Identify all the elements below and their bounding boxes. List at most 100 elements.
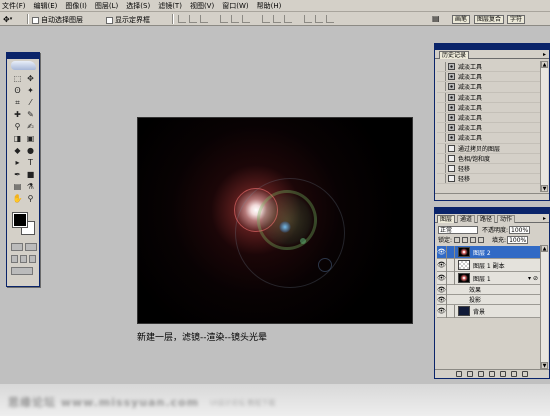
- history-source-box[interactable]: [437, 82, 446, 92]
- layer-row[interactable]: 👁 图层 1 副本: [437, 258, 541, 272]
- menu-item[interactable]: 编辑(E): [30, 0, 62, 12]
- layer-row[interactable]: 👁 图层 1 ▾ ⊘: [437, 271, 541, 285]
- align-left-icon[interactable]: [220, 15, 228, 23]
- tab-layers[interactable]: 图层: [437, 215, 456, 223]
- dodge-tool-icon[interactable]: ●: [24, 145, 37, 157]
- tab-history[interactable]: 历史记录: [439, 51, 470, 59]
- distribute-hcenter-icon[interactable]: [315, 15, 323, 23]
- crop-tool-icon[interactable]: ⌗: [11, 97, 24, 109]
- history-source-box[interactable]: [437, 174, 446, 184]
- layer-effect-row[interactable]: 👁 效果: [437, 284, 541, 295]
- fill-field[interactable]: 100%: [507, 235, 529, 244]
- layers-scrollbar[interactable]: ▲ ▼: [540, 245, 548, 369]
- screen-mode-menubar-icon[interactable]: [20, 255, 27, 263]
- history-source-box[interactable]: [437, 163, 446, 173]
- checkbox-box[interactable]: [106, 16, 113, 24]
- hand-tool-icon[interactable]: ✋: [11, 193, 24, 205]
- checkbox-box[interactable]: [32, 16, 39, 24]
- align-top-icon[interactable]: [178, 15, 186, 23]
- layer-link-box[interactable]: [447, 304, 455, 318]
- history-row[interactable]: 减淡工具: [437, 62, 541, 73]
- link-layers-icon[interactable]: [456, 371, 462, 377]
- layer-effects-icon[interactable]: ▾ ⊘: [528, 275, 538, 282]
- toolbox-titlebar[interactable]: [7, 53, 39, 59]
- path-select-icon[interactable]: ▸: [11, 157, 24, 169]
- layer-style-icon[interactable]: [467, 371, 473, 377]
- opacity-field[interactable]: 100%: [509, 225, 531, 234]
- history-brush-icon[interactable]: ✍: [24, 121, 37, 133]
- history-row[interactable]: 减淡工具: [437, 82, 541, 93]
- eye-icon[interactable]: 👁: [437, 284, 447, 295]
- adjustment-layer-icon[interactable]: [500, 371, 506, 377]
- layer-link-box[interactable]: [447, 245, 455, 259]
- well-tab-brushes[interactable]: 画笔: [452, 15, 471, 24]
- distribute-left-icon[interactable]: [304, 15, 312, 23]
- history-source-box[interactable]: [437, 143, 446, 153]
- history-scrollbar[interactable]: ▲ ▼: [540, 61, 548, 192]
- distribute-bottom-icon[interactable]: [284, 15, 292, 23]
- photoshop-feather-logo[interactable]: [11, 61, 36, 70]
- layer-row[interactable]: 👁 图层 2: [437, 245, 541, 259]
- shape-tool-icon[interactable]: ■: [24, 169, 37, 181]
- history-source-box[interactable]: [437, 92, 446, 102]
- distribute-top-icon[interactable]: [262, 15, 270, 23]
- lock-position-icon[interactable]: [470, 236, 477, 243]
- history-source-box[interactable]: [437, 133, 446, 143]
- scroll-down-icon[interactable]: ▼: [541, 362, 548, 369]
- move-tool-icon[interactable]: ✥: [24, 73, 37, 85]
- standard-mode-icon[interactable]: [11, 243, 23, 251]
- scroll-up-icon[interactable]: ▲: [541, 245, 548, 252]
- menu-item[interactable]: 滤镜(T): [154, 0, 186, 12]
- history-source-box[interactable]: [437, 72, 446, 82]
- history-row[interactable]: 通过拷贝的图层: [437, 143, 541, 154]
- scroll-down-icon[interactable]: ▼: [541, 185, 548, 192]
- layer-effect-row[interactable]: 👁 投影: [437, 294, 541, 305]
- panel-menu-icon[interactable]: ▸: [543, 51, 546, 58]
- tool-preset-picker[interactable]: ✥ ▾: [3, 14, 23, 24]
- marquee-tool-icon[interactable]: ⬚: [11, 73, 24, 85]
- eraser-tool-icon[interactable]: ◨: [11, 133, 24, 145]
- notes-tool-icon[interactable]: ▤: [11, 181, 24, 193]
- trash-icon[interactable]: [522, 371, 528, 377]
- menu-item[interactable]: 文件(F): [0, 0, 30, 12]
- tab-actions[interactable]: 动作: [497, 215, 516, 223]
- eye-icon[interactable]: 👁: [437, 294, 447, 305]
- menu-item[interactable]: 视图(V): [186, 0, 218, 12]
- eyedropper-icon[interactable]: ⚗: [24, 181, 37, 193]
- history-source-box[interactable]: [437, 62, 446, 72]
- history-row[interactable]: 减淡工具: [437, 113, 541, 124]
- menu-item[interactable]: 图像(I): [61, 0, 91, 12]
- tab-paths[interactable]: 路径: [477, 215, 496, 223]
- blend-mode-select[interactable]: 正常: [438, 225, 478, 234]
- history-row[interactable]: 减淡工具: [437, 133, 541, 144]
- jump-to-imageready-icon[interactable]: [11, 267, 33, 275]
- healing-brush-icon[interactable]: ✚: [11, 109, 24, 121]
- history-row[interactable]: 轻移: [437, 174, 541, 185]
- history-row[interactable]: 色相/饱和度: [437, 153, 541, 164]
- lock-transparency-icon[interactable]: [454, 236, 461, 243]
- gradient-tool-icon[interactable]: ▣: [24, 133, 37, 145]
- new-set-icon[interactable]: [489, 371, 495, 377]
- type-tool-icon[interactable]: T: [24, 157, 37, 169]
- layer-link-box[interactable]: [447, 271, 455, 285]
- well-tab-layer-comps[interactable]: 图层复合: [474, 15, 505, 24]
- menu-item[interactable]: 窗口(W): [218, 0, 252, 12]
- history-source-box[interactable]: [437, 102, 446, 112]
- screen-mode-full-icon[interactable]: [29, 255, 36, 263]
- lasso-tool-icon[interactable]: ʘ: [11, 85, 24, 97]
- menu-item[interactable]: 图层(L): [91, 0, 122, 12]
- eye-icon[interactable]: 👁: [437, 258, 447, 272]
- history-row[interactable]: 减淡工具: [437, 72, 541, 83]
- layer-row[interactable]: 👁 背景: [437, 304, 541, 318]
- document-canvas[interactable]: [137, 117, 413, 324]
- distribute-right-icon[interactable]: [326, 15, 334, 23]
- align-vcenter-icon[interactable]: [189, 15, 197, 23]
- brush-tool-icon[interactable]: ✎: [24, 109, 37, 121]
- slice-tool-icon[interactable]: ⁄: [24, 97, 37, 109]
- distribute-vcenter-icon[interactable]: [273, 15, 281, 23]
- show-bounding-box-checkbox[interactable]: 显示定界框: [106, 15, 150, 25]
- eye-icon[interactable]: 👁: [437, 304, 447, 318]
- blur-tool-icon[interactable]: ◆: [11, 145, 24, 157]
- tab-channels[interactable]: 通道: [457, 215, 476, 223]
- eye-icon[interactable]: 👁: [437, 245, 447, 259]
